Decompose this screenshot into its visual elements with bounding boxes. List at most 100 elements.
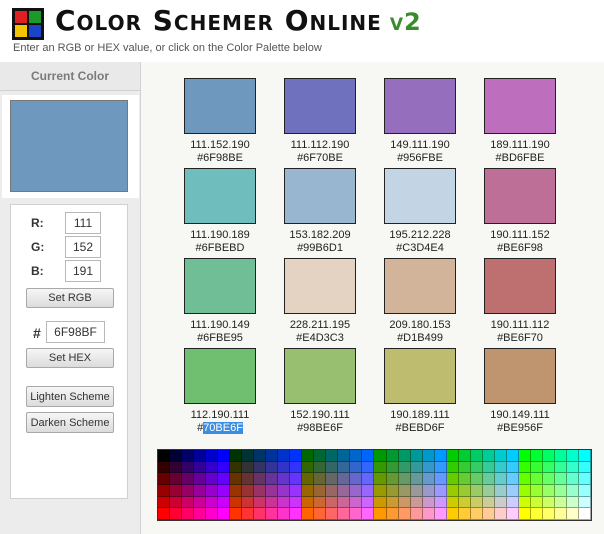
palette-color-cell[interactable]	[374, 461, 387, 474]
palette-color-cell[interactable]	[314, 461, 327, 474]
palette-color-cell[interactable]	[458, 496, 471, 509]
palette-color-cell[interactable]	[446, 485, 459, 497]
palette-color-cell[interactable]	[410, 450, 423, 462]
palette-color-cell[interactable]	[350, 485, 363, 497]
palette-color-cell[interactable]	[506, 473, 519, 485]
palette-color-cell[interactable]	[182, 461, 195, 474]
palette-color-cell[interactable]	[254, 485, 267, 497]
palette-color-cell[interactable]	[374, 508, 387, 520]
palette-color-cell[interactable]	[218, 508, 231, 520]
palette-color-cell[interactable]	[194, 450, 207, 462]
palette-color-cell[interactable]	[578, 450, 591, 462]
palette-color-cell[interactable]	[542, 461, 555, 474]
palette-color-cell[interactable]	[434, 508, 447, 520]
palette-color-cell[interactable]	[470, 450, 483, 462]
palette-color-cell[interactable]	[434, 496, 447, 509]
palette-color-cell[interactable]	[542, 473, 555, 485]
palette-color-cell[interactable]	[398, 473, 411, 485]
palette-color-cell[interactable]	[470, 473, 483, 485]
palette-color-cell[interactable]	[266, 450, 279, 462]
palette-color-cell[interactable]	[506, 485, 519, 497]
scheme-color-cell[interactable]: 149.111.190 #956FBE	[370, 62, 470, 164]
palette-color-cell[interactable]	[398, 496, 411, 509]
palette-color-cell[interactable]	[170, 496, 183, 509]
palette-color-cell[interactable]	[542, 496, 555, 509]
palette-color-cell[interactable]	[302, 508, 315, 520]
palette-color-cell[interactable]	[422, 496, 435, 509]
palette-color-cell[interactable]	[230, 508, 243, 520]
palette-color-cell[interactable]	[482, 473, 495, 485]
palette-color-cell[interactable]	[230, 450, 243, 462]
palette-color-cell[interactable]	[398, 485, 411, 497]
palette-color-cell[interactable]	[482, 485, 495, 497]
palette-color-cell[interactable]	[374, 473, 387, 485]
palette-color-cell[interactable]	[302, 485, 315, 497]
scheme-color-swatch[interactable]	[384, 258, 456, 314]
palette-color-cell[interactable]	[266, 508, 279, 520]
palette-color-cell[interactable]	[530, 450, 543, 462]
palette-color-cell[interactable]	[338, 450, 351, 462]
palette-color-cell[interactable]	[542, 485, 555, 497]
palette-color-cell[interactable]	[158, 473, 171, 485]
palette-color-cell[interactable]	[434, 450, 447, 462]
palette-color-cell[interactable]	[278, 450, 291, 462]
palette-color-cell[interactable]	[518, 508, 531, 520]
darken-scheme-button[interactable]: Darken Scheme	[26, 412, 114, 433]
palette-color-cell[interactable]	[290, 473, 303, 485]
scheme-color-cell[interactable]: 112.190.111 #70BE6F	[170, 332, 270, 434]
palette-color-cell[interactable]	[326, 461, 339, 474]
palette-color-cell[interactable]	[350, 473, 363, 485]
hex-input[interactable]	[46, 321, 105, 343]
palette-color-cell[interactable]	[398, 461, 411, 474]
palette-color-cell[interactable]	[266, 485, 279, 497]
palette-color-cell[interactable]	[278, 496, 291, 509]
palette-color-cell[interactable]	[518, 485, 531, 497]
scheme-color-cell[interactable]: 209.180.153 #D1B499	[370, 242, 470, 344]
palette-color-cell[interactable]	[506, 496, 519, 509]
scheme-color-cell[interactable]: 190.149.111 #BE956F	[470, 332, 570, 434]
palette-color-cell[interactable]	[230, 473, 243, 485]
palette-color-cell[interactable]	[518, 496, 531, 509]
palette-color-cell[interactable]	[506, 508, 519, 520]
palette-color-cell[interactable]	[422, 450, 435, 462]
palette-color-cell[interactable]	[410, 485, 423, 497]
palette-color-cell[interactable]	[434, 485, 447, 497]
palette-color-cell[interactable]	[362, 496, 375, 509]
palette-color-cell[interactable]	[374, 485, 387, 497]
palette-color-cell[interactable]	[326, 485, 339, 497]
palette-color-cell[interactable]	[218, 450, 231, 462]
scheme-color-swatch[interactable]	[384, 348, 456, 404]
palette-color-cell[interactable]	[326, 473, 339, 485]
green-input[interactable]	[65, 236, 101, 258]
palette-color-cell[interactable]	[314, 473, 327, 485]
palette-color-cell[interactable]	[350, 508, 363, 520]
palette-color-cell[interactable]	[518, 473, 531, 485]
palette-color-cell[interactable]	[182, 485, 195, 497]
palette-color-cell[interactable]	[482, 508, 495, 520]
palette-color-cell[interactable]	[578, 473, 591, 485]
palette-color-cell[interactable]	[218, 496, 231, 509]
palette-color-cell[interactable]	[194, 461, 207, 474]
palette-color-cell[interactable]	[494, 473, 507, 485]
palette-color-cell[interactable]	[158, 485, 171, 497]
blue-input[interactable]	[65, 260, 101, 282]
palette-color-cell[interactable]	[362, 485, 375, 497]
palette-color-cell[interactable]	[338, 496, 351, 509]
palette-color-cell[interactable]	[362, 508, 375, 520]
palette-color-cell[interactable]	[350, 496, 363, 509]
palette-color-cell[interactable]	[458, 461, 471, 474]
palette-color-cell[interactable]	[386, 496, 399, 509]
palette-color-cell[interactable]	[302, 473, 315, 485]
palette-color-cell[interactable]	[566, 496, 579, 509]
palette-color-cell[interactable]	[554, 508, 567, 520]
palette-color-cell[interactable]	[206, 473, 219, 485]
palette-color-cell[interactable]	[458, 473, 471, 485]
palette-color-cell[interactable]	[218, 461, 231, 474]
scheme-color-swatch[interactable]	[384, 78, 456, 134]
palette-color-cell[interactable]	[386, 508, 399, 520]
palette-color-cell[interactable]	[410, 461, 423, 474]
palette-color-cell[interactable]	[242, 473, 255, 485]
palette-color-cell[interactable]	[218, 485, 231, 497]
palette-color-cell[interactable]	[182, 508, 195, 520]
palette-color-cell[interactable]	[494, 450, 507, 462]
